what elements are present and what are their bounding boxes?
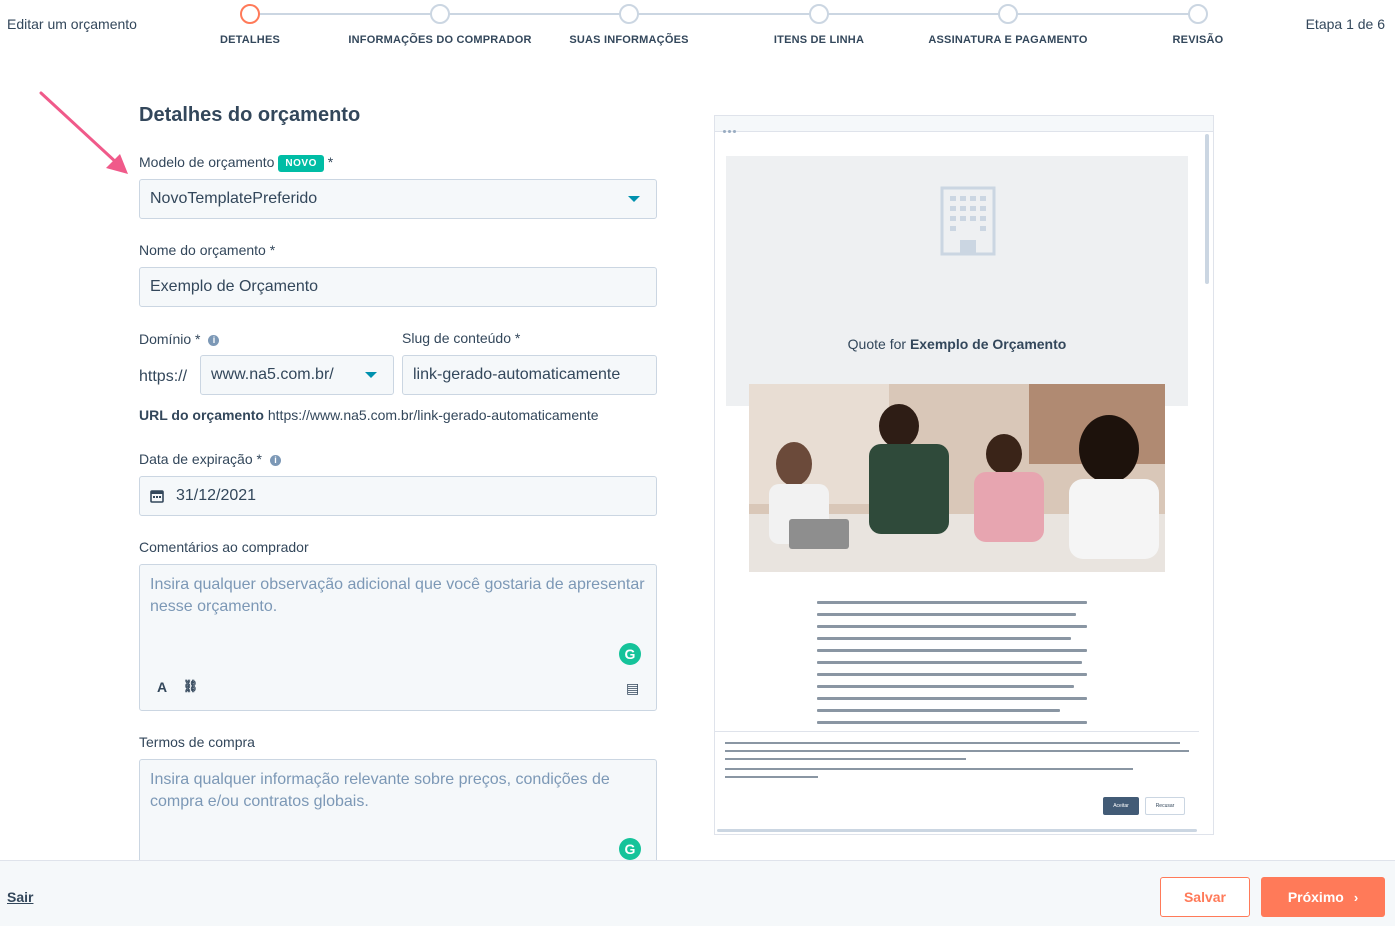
comments-placeholder: Insira qualquer observação adicional que… (150, 576, 645, 615)
page-title: Editar um orçamento (7, 16, 137, 32)
step-indicator-icon (619, 4, 639, 24)
step-label: ITENS DE LINHA (773, 34, 865, 46)
step-label: INFORMAÇÕES DO COMPRADOR (348, 34, 532, 46)
step-revisao[interactable]: REVISÃO (1098, 4, 1298, 46)
step-label: REVISÃO (1172, 34, 1224, 46)
expiration-date-input[interactable]: 31/12/2021 (139, 476, 657, 516)
quote-name-value: Exemplo de Orçamento (150, 278, 319, 295)
quote-preview: Quote for Exemplo de Orçamento Aceitar R… (714, 115, 1214, 835)
comments-textarea[interactable]: Insira qualquer observação adicional que… (139, 564, 657, 711)
grammarly-icon[interactable]: G (619, 838, 641, 860)
quote-name-label: Nome do orçamento * (139, 242, 276, 258)
preview-horizontal-scrollbar[interactable] (717, 829, 1197, 832)
preview-quote-name: Exemplo de Orçamento (909, 336, 1067, 352)
step-informacoes-comprador[interactable]: INFORMAÇÕES DO COMPRADOR (340, 4, 540, 46)
annotation-arrow-icon (39, 91, 128, 174)
template-select[interactable]: NovoTemplatePreferido (139, 179, 657, 219)
preview-quote-prefix: Quote for (847, 336, 907, 352)
template-label-text: Modelo de orçamento (139, 154, 275, 170)
domain-label: Domínio * i (139, 331, 220, 347)
quote-url-label: URL do orçamento (139, 407, 264, 423)
chevron-down-icon (628, 196, 640, 202)
step-label: DETALHES (219, 34, 281, 46)
exit-link[interactable]: Sair (7, 889, 33, 905)
footer-bar: Sair Salvar Próximo › (0, 860, 1395, 926)
terms-textarea[interactable]: Insira qualquer informação relevante sob… (139, 759, 657, 869)
next-button-label: Próximo (1287, 889, 1344, 905)
step-itens-de-linha[interactable]: ITENS DE LINHA (719, 4, 919, 46)
slug-value: link-gerado-automaticamente (413, 366, 621, 383)
preview-decline-button: Recusar (1145, 797, 1185, 815)
domain-select[interactable]: www.na5.com.br/ (200, 355, 394, 395)
quote-name-input[interactable]: Exemplo de Orçamento (139, 267, 657, 307)
step-indicator-icon (430, 4, 450, 24)
next-button[interactable]: Próximo › (1261, 877, 1385, 917)
step-suas-informacoes[interactable]: SUAS INFORMAÇÕES (529, 4, 729, 46)
quote-url-value[interactable]: https://www.na5.com.br/link-gerado-autom… (268, 407, 599, 423)
wizard-header: Editar um orçamento DETALHES INFORMAÇÕES… (0, 0, 1395, 60)
template-select-value: NovoTemplatePreferido (150, 190, 318, 207)
info-icon[interactable]: i (269, 455, 281, 466)
link-icon[interactable]: ⛓ (183, 679, 198, 693)
expiration-date-value: 31/12/2021 (176, 487, 257, 504)
preview-cookie-banner: Aceitar Recusar (715, 731, 1199, 831)
preview-quote-title: Quote for Exemplo de Orçamento (726, 336, 1188, 352)
preview-accept-button: Aceitar (1103, 797, 1139, 815)
text-style-icon[interactable]: A (157, 679, 167, 695)
domain-select-value: www.na5.com.br/ (211, 366, 334, 383)
preview-scrollbar[interactable] (1205, 134, 1209, 284)
terms-placeholder: Insira qualquer informação relevante sob… (150, 771, 610, 810)
chevron-right-icon: › (1353, 890, 1359, 905)
terms-label: Termos de compra (139, 734, 255, 750)
preview-header: Quote for Exemplo de Orçamento (726, 156, 1188, 406)
template-label: Modelo de orçamento NOVO * (139, 154, 333, 172)
preview-body-text (817, 601, 1087, 745)
step-assinatura-pagamento[interactable]: ASSINATURA E PAGAMENTO (908, 4, 1108, 46)
preview-photo (749, 384, 1165, 572)
step-indicator-icon (1188, 4, 1208, 24)
calendar-icon (150, 490, 164, 503)
domain-label-text: Domínio * (139, 331, 201, 347)
snippet-icon[interactable]: ▤ (626, 680, 639, 697)
step-indicator-icon (998, 4, 1018, 24)
chevron-down-icon (365, 372, 377, 378)
info-icon[interactable]: i (208, 335, 220, 346)
comments-label: Comentários ao comprador (139, 539, 309, 555)
required-marker: * (327, 154, 334, 170)
quote-url: URL do orçamento https://www.na5.com.br/… (139, 407, 599, 423)
step-indicator-icon (809, 4, 829, 24)
grammarly-icon[interactable]: G (619, 643, 641, 665)
preview-toolbar (715, 116, 1213, 133)
step-counter: Etapa 1 de 6 (1305, 16, 1385, 32)
protocol-prefix: https:// (139, 368, 188, 385)
step-detalhes[interactable]: DETALHES (150, 4, 350, 46)
new-badge: NOVO (278, 155, 324, 172)
step-indicator-icon (240, 4, 260, 24)
slug-label: Slug de conteúdo * (402, 330, 521, 346)
expiration-label: Data de expiração * i (139, 451, 281, 467)
save-button[interactable]: Salvar (1160, 877, 1250, 917)
building-icon (940, 186, 996, 256)
step-label: ASSINATURA E PAGAMENTO (928, 34, 1088, 46)
section-title: Detalhes do orçamento (139, 104, 361, 126)
slug-input[interactable]: link-gerado-automaticamente (402, 355, 657, 395)
step-label: SUAS INFORMAÇÕES (569, 34, 689, 46)
expiration-label-text: Data de expiração * (139, 451, 262, 467)
